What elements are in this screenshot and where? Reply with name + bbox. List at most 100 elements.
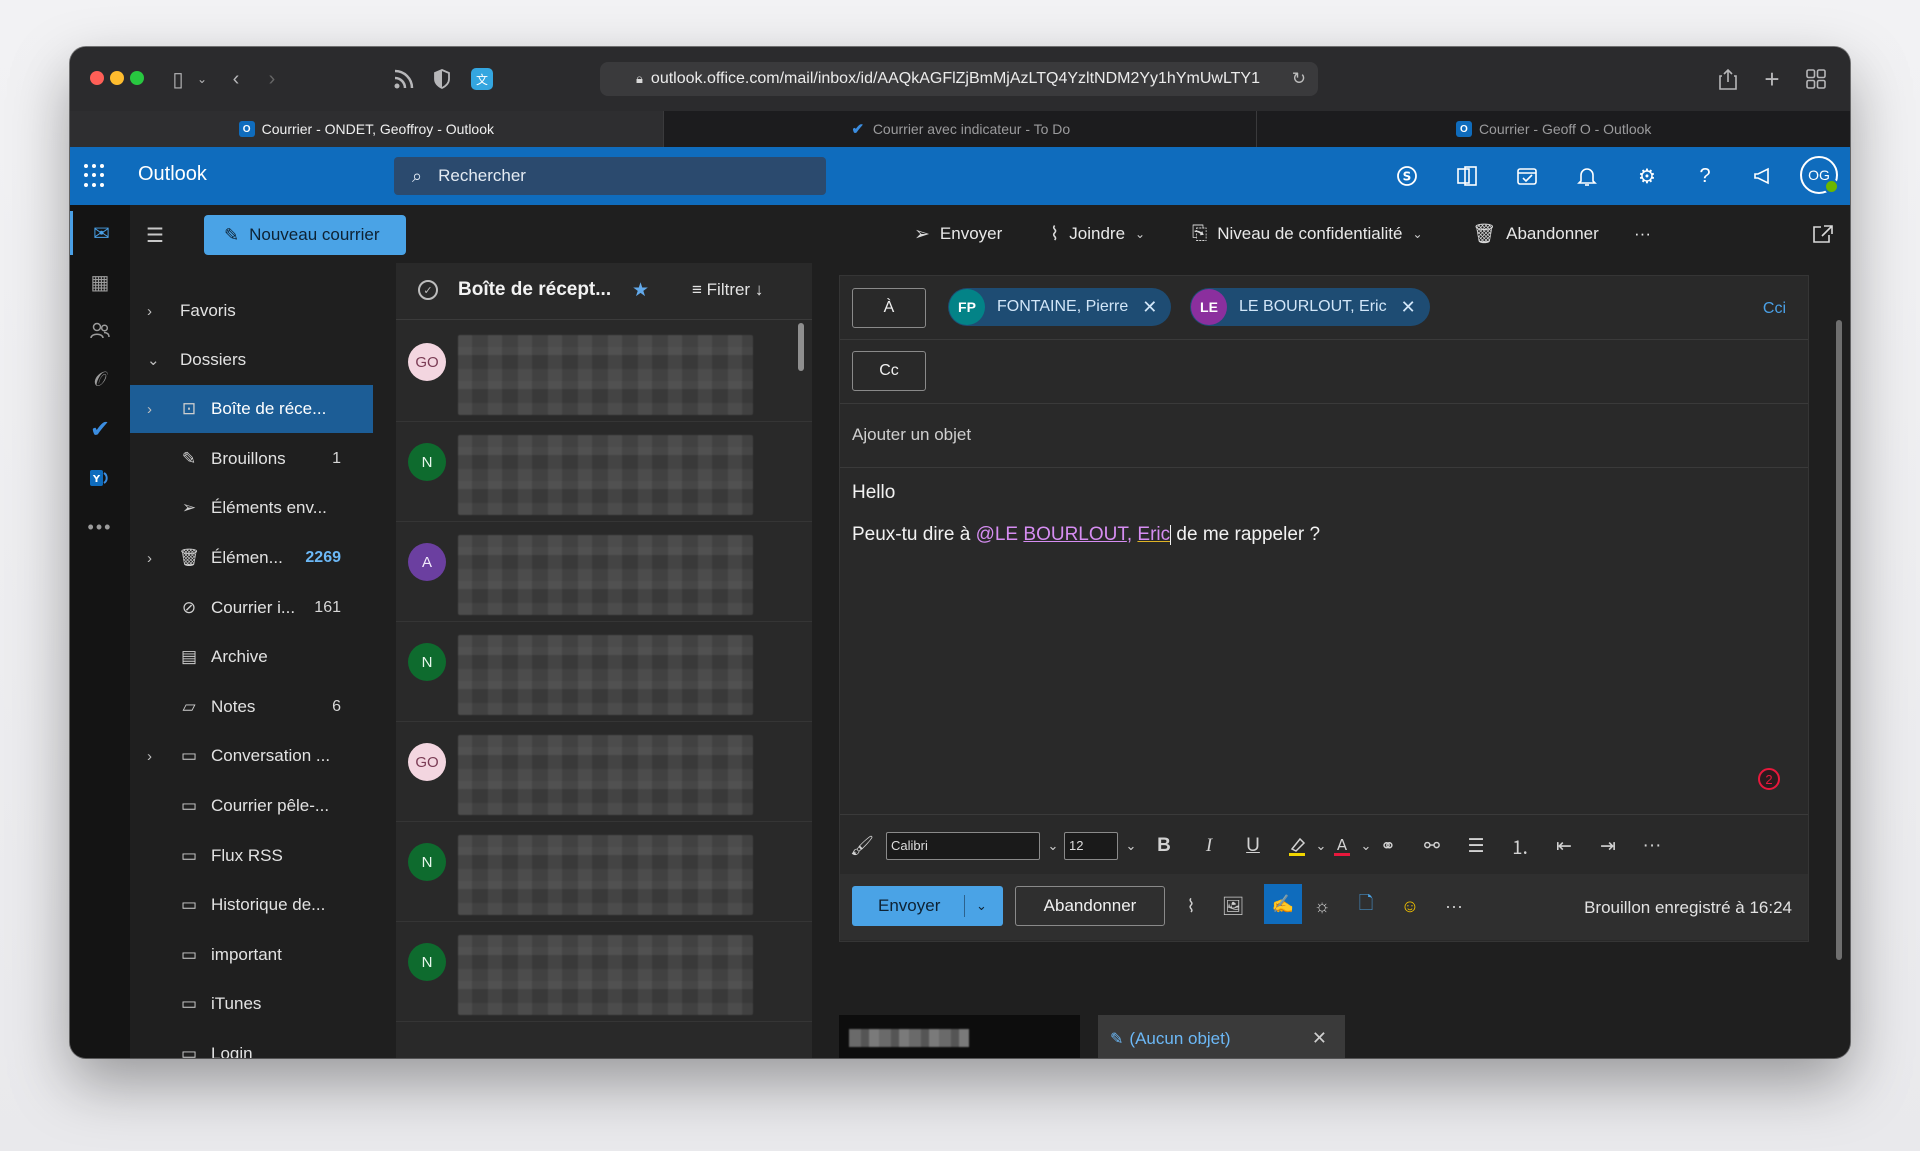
new-tab-icon[interactable]: + — [1758, 64, 1786, 94]
my-day-icon[interactable] — [1513, 162, 1541, 190]
emoji-icon[interactable]: ☺ — [1397, 893, 1423, 919]
skype-icon[interactable]: S — [1393, 162, 1421, 190]
hamburger-menu-icon[interactable]: ☰ — [146, 223, 166, 248]
compose-scrollbar[interactable] — [1836, 320, 1842, 960]
folder-itunes[interactable]: ▭ iTunes — [130, 980, 373, 1028]
toolbar-discard-button[interactable]: 🗑︎ Abandonner — [1472, 221, 1599, 247]
folder-history[interactable]: ▭ Historique de... — [130, 881, 373, 929]
subject-input[interactable]: Ajouter un objet — [852, 403, 971, 467]
user-avatar[interactable]: OG — [1800, 156, 1839, 194]
italic-icon[interactable]: I — [1196, 833, 1222, 859]
message-item[interactable]: GO — [396, 721, 812, 822]
gear-icon[interactable]: ⚙ — [1633, 162, 1661, 190]
rail-todo-check-icon[interactable]: ✔ — [70, 407, 130, 451]
bcc-button[interactable]: Cci — [1763, 300, 1786, 318]
cc-button[interactable]: Cc — [852, 351, 926, 391]
close-window-button[interactable] — [90, 71, 104, 85]
translate-extension-icon[interactable]: 文 — [468, 65, 496, 93]
folders-section[interactable]: ⌄ Dossiers — [130, 338, 373, 382]
rail-more-icon[interactable]: ••• — [70, 505, 130, 549]
minimize-window-button[interactable] — [110, 71, 124, 85]
more-options-button[interactable]: ··· — [1441, 893, 1467, 919]
rail-attachment-icon[interactable]: 𝒪 — [70, 358, 130, 402]
recipient-chip[interactable]: LE LE BOURLOUT, Eric ✕ — [1190, 288, 1430, 326]
sun-icon[interactable]: ☼ — [1309, 893, 1335, 919]
message-item[interactable]: N — [396, 421, 812, 522]
browser-tab-outlook-geoff[interactable]: O Courrier - Geoff O - Outlook — [1256, 111, 1850, 147]
remove-recipient-icon[interactable]: ✕ — [1142, 297, 1157, 318]
message-body[interactable]: Hello Peux-tu dire à @LE BOURLOUT, Eric … — [852, 482, 1792, 546]
zoom-window-button[interactable] — [130, 71, 144, 85]
rail-people-icon[interactable] — [70, 309, 130, 353]
numbering-icon[interactable]: ⒈ — [1507, 833, 1533, 859]
format-painter-icon[interactable]: 🖌︎ — [849, 833, 875, 859]
folder-clutter[interactable]: ▭ Courrier pêle-... — [130, 782, 373, 830]
increase-indent-icon[interactable]: ⇥ — [1595, 833, 1621, 859]
font-color-icon[interactable]: A — [1329, 833, 1355, 859]
sensitivity-button[interactable]: ⎘ Niveau de confidentialité ⌄ — [1192, 221, 1423, 247]
share-icon[interactable] — [1714, 65, 1742, 93]
search-input[interactable] — [436, 165, 801, 187]
tab-overview-icon[interactable] — [1802, 65, 1830, 93]
app-name[interactable]: Outlook — [138, 163, 207, 186]
bottom-tab-draft[interactable]: ✎ (Aucun objet) ✕ — [1098, 1015, 1345, 1058]
recipient-chip[interactable]: FP FONTAINE, Pierre ✕ — [948, 288, 1172, 326]
editor-issues-badge[interactable]: 2 — [1758, 768, 1780, 790]
bell-icon[interactable] — [1573, 162, 1601, 190]
folder-archive[interactable]: ▤ Archive — [130, 633, 373, 681]
folder-inbox[interactable]: › ⊡ Boîte de réce... — [130, 385, 373, 433]
help-icon[interactable]: ? — [1691, 162, 1719, 190]
message-item[interactable]: N — [396, 621, 812, 722]
pop-out-icon[interactable] — [1812, 221, 1834, 247]
office-icon[interactable] — [1453, 162, 1481, 190]
active-addin-icon[interactable]: ✍ — [1264, 884, 1302, 924]
favorites-section[interactable]: › Favoris — [130, 289, 373, 333]
rail-calendar-icon[interactable]: ▦ — [70, 260, 130, 304]
discard-button[interactable]: Abandonner — [1015, 886, 1165, 926]
rail-yammer-icon[interactable]: Y — [70, 456, 130, 500]
highlight-icon[interactable] — [1284, 833, 1310, 859]
bullets-icon[interactable]: ☰ — [1463, 833, 1489, 859]
decrease-indent-icon[interactable]: ⇤ — [1551, 833, 1577, 859]
message-item[interactable]: N — [396, 921, 812, 1022]
rss-icon[interactable] — [390, 65, 418, 93]
address-bar[interactable]: 🔒︎ outlook.office.com/mail/inbox/id/AAQk… — [600, 62, 1318, 96]
shield-icon[interactable] — [428, 65, 456, 93]
folder-notes[interactable]: ▱ Notes 6 — [130, 683, 373, 731]
chevron-down-icon[interactable]: ⌄ — [188, 65, 216, 93]
folder-drafts[interactable]: ✎ Brouillons 1 — [130, 435, 373, 483]
select-all-check-icon[interactable]: ✓ — [418, 280, 438, 300]
toolbar-more-button[interactable]: ··· — [1634, 221, 1651, 247]
folder-junk[interactable]: ⊘ Courrier i... 161 — [130, 584, 373, 632]
remove-recipient-icon[interactable]: ✕ — [1401, 297, 1416, 318]
bold-icon[interactable]: B — [1151, 833, 1177, 859]
unlink-icon[interactable]: ⚯ — [1419, 833, 1445, 859]
close-draft-tab-icon[interactable]: ✕ — [1312, 1028, 1327, 1049]
search-box[interactable]: ⌕ — [394, 157, 826, 195]
app-launcher-icon[interactable] — [84, 164, 108, 188]
browser-tab-todo[interactable]: ✔ Courrier avec indicateur - To Do — [662, 111, 1257, 147]
font-size-box[interactable]: 12 — [1064, 832, 1118, 860]
filter-button[interactable]: ≡ Filtrer ↓ — [692, 280, 763, 300]
toolbar-send-button[interactable]: ➢ Envoyer — [914, 221, 1002, 247]
reload-icon[interactable]: ↻ — [1292, 69, 1306, 89]
back-icon[interactable]: ‹ — [222, 65, 250, 93]
font-size-chevron-icon[interactable]: ⌄ — [1118, 833, 1144, 859]
folder-sent[interactable]: ➢ Éléments env... — [130, 484, 373, 532]
to-button[interactable]: À — [852, 288, 926, 328]
new-mail-button[interactable]: ✎ Nouveau courrier — [204, 215, 406, 255]
message-item[interactable]: N — [396, 821, 812, 922]
folder-conversation-history[interactable]: › ▭ Conversation ... — [130, 732, 373, 780]
feedback-megaphone-icon[interactable] — [1749, 162, 1777, 190]
send-options-chevron-icon[interactable]: ⌄ — [976, 898, 987, 914]
font-name-chevron-icon[interactable]: ⌄ — [1040, 833, 1066, 859]
folder-deleted[interactable]: › 🗑︎ Élémen... 2269 — [130, 534, 373, 582]
browser-tab-outlook-ondet[interactable]: O Courrier - ONDET, Geoffroy - Outlook — [70, 111, 663, 147]
send-button[interactable]: Envoyer ⌄ — [852, 886, 1003, 926]
insert-picture-icon[interactable]: 🖼︎ — [1220, 893, 1246, 919]
paperclip-icon[interactable]: ⌇ — [1178, 893, 1204, 919]
folder-important[interactable]: ▭ important — [130, 931, 373, 979]
message-item[interactable]: A — [396, 521, 812, 622]
subject-row[interactable]: Ajouter un objet — [840, 403, 1808, 468]
font-name-box[interactable]: Calibri — [886, 832, 1040, 860]
